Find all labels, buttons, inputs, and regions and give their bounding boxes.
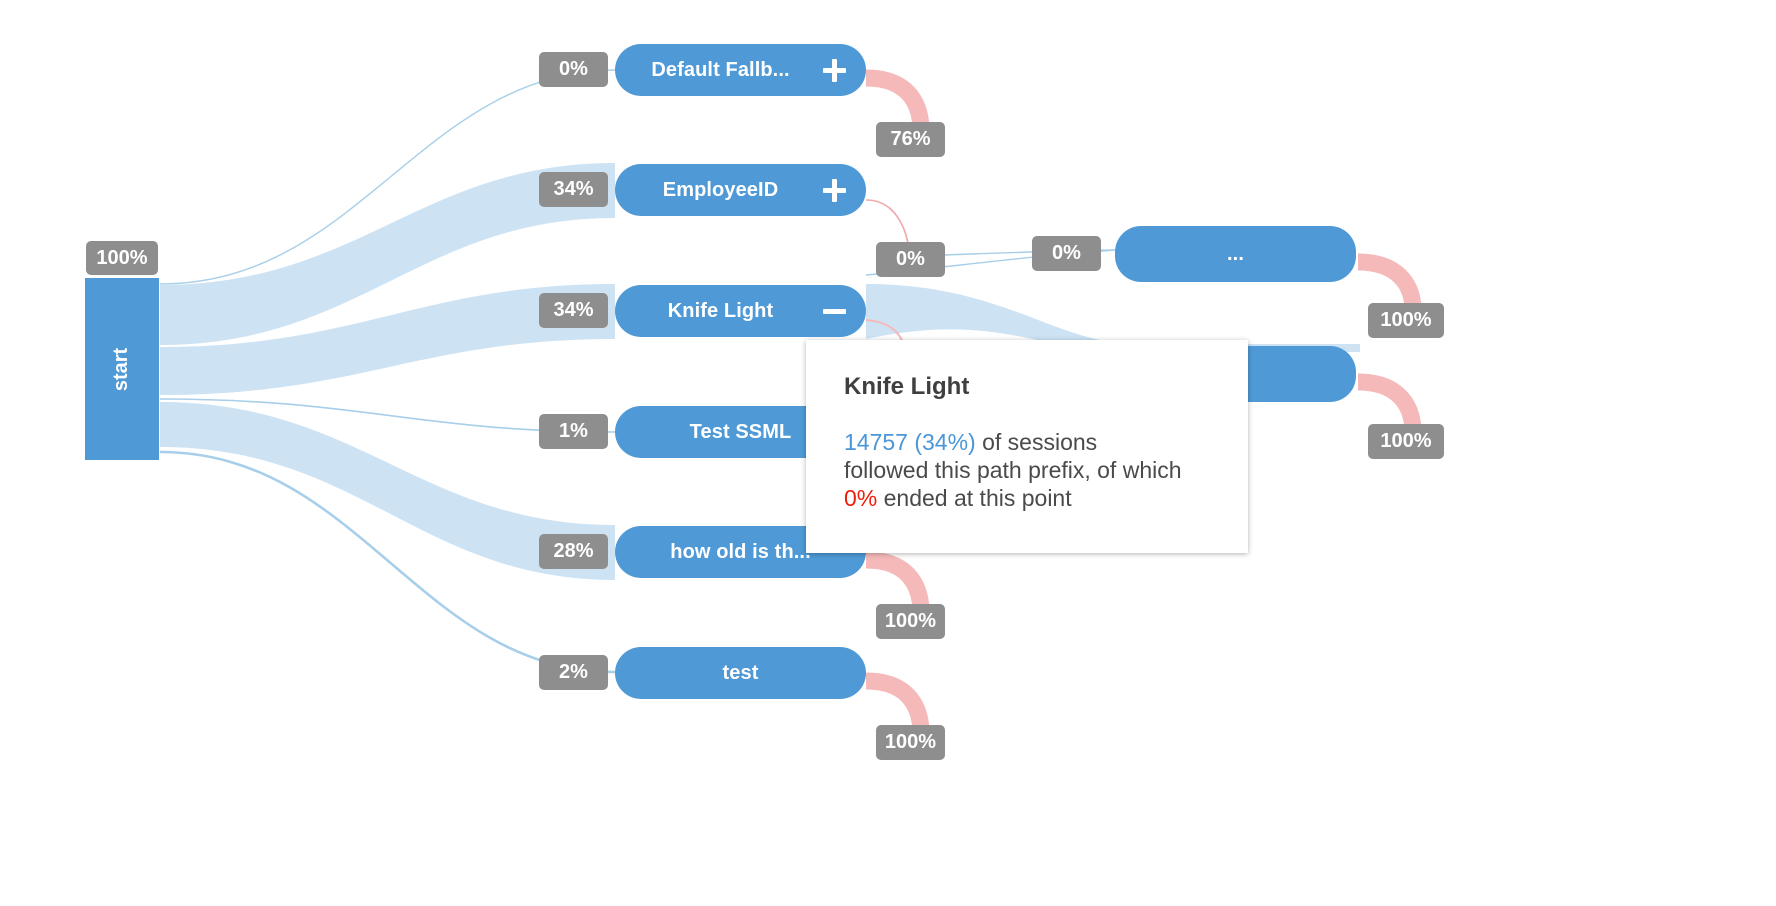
node-test[interactable]: test [615,647,866,699]
node-knifelight[interactable]: Knife Light [615,285,866,337]
tooltip-line1-rest: of sessions [975,429,1098,456]
node-default-fallback[interactable]: Default Fallb... [615,44,866,96]
dropoff-badge-howold: 100% [876,604,945,639]
node-ellipsis-label: ... [1227,242,1244,265]
dropoff-default-fallback [865,69,930,129]
dropoff-hidden-right [1357,373,1422,431]
tooltip-session-count: 14757 (34%) [844,429,976,456]
plus-icon[interactable] [812,168,856,212]
tooltip-line2: followed this path prefix, of which [844,457,1182,484]
badge-knifelight: 34% [539,293,608,328]
dropoff-badge-level3-second: 100% [1368,424,1444,459]
tooltip-line3-rest: ended at this point [877,485,1072,512]
minus-icon[interactable] [812,289,856,333]
badge-default-fallback: 0% [539,52,608,87]
start-node[interactable]: start [85,278,159,460]
dropoff-test [865,672,930,732]
tooltip-end-percent: 0% [844,485,878,512]
badge-test: 2% [539,655,608,690]
path-flow-diagram: 100% start 0% 34% 34% 1% 28% 2% Default … [0,0,1776,906]
dropoff-badge-test: 100% [876,725,945,760]
badge-testssml: 1% [539,414,608,449]
dropoff-howold [865,551,930,611]
tooltip-body: 14757 (34%) of sessions followed this pa… [844,428,1210,512]
start-node-label: start [110,347,133,391]
node-default-fallback-label: Default Fallb... [651,58,790,81]
node-knifelight-label: Knife Light [667,299,774,322]
dropoff-badge-ellipsis: 100% [1368,303,1444,338]
node-ellipsis[interactable]: ... [1115,226,1356,282]
node-test-label: test [722,661,759,684]
dropoff-badge-employeeid: 0% [876,242,945,277]
flow-employeeid-to-0pct [865,199,909,244]
incoming-flow-group [159,69,616,674]
badge-howold: 28% [539,534,608,569]
start-percent-badge: 100% [86,241,158,275]
badge-ellipsis-node: 0% [1032,236,1101,271]
dropoff-ellipsis [1357,253,1422,309]
node-employeeid-label: EmployeeID [662,178,779,201]
node-tooltip: Knife Light 14757 (34%) of sessions foll… [806,340,1248,553]
plus-icon[interactable] [812,48,856,92]
dropoff-badge-default-fallback: 76% [876,122,945,157]
node-employeeid[interactable]: EmployeeID [615,164,866,216]
tooltip-title: Knife Light [844,373,970,400]
badge-employeeid: 34% [539,172,608,207]
